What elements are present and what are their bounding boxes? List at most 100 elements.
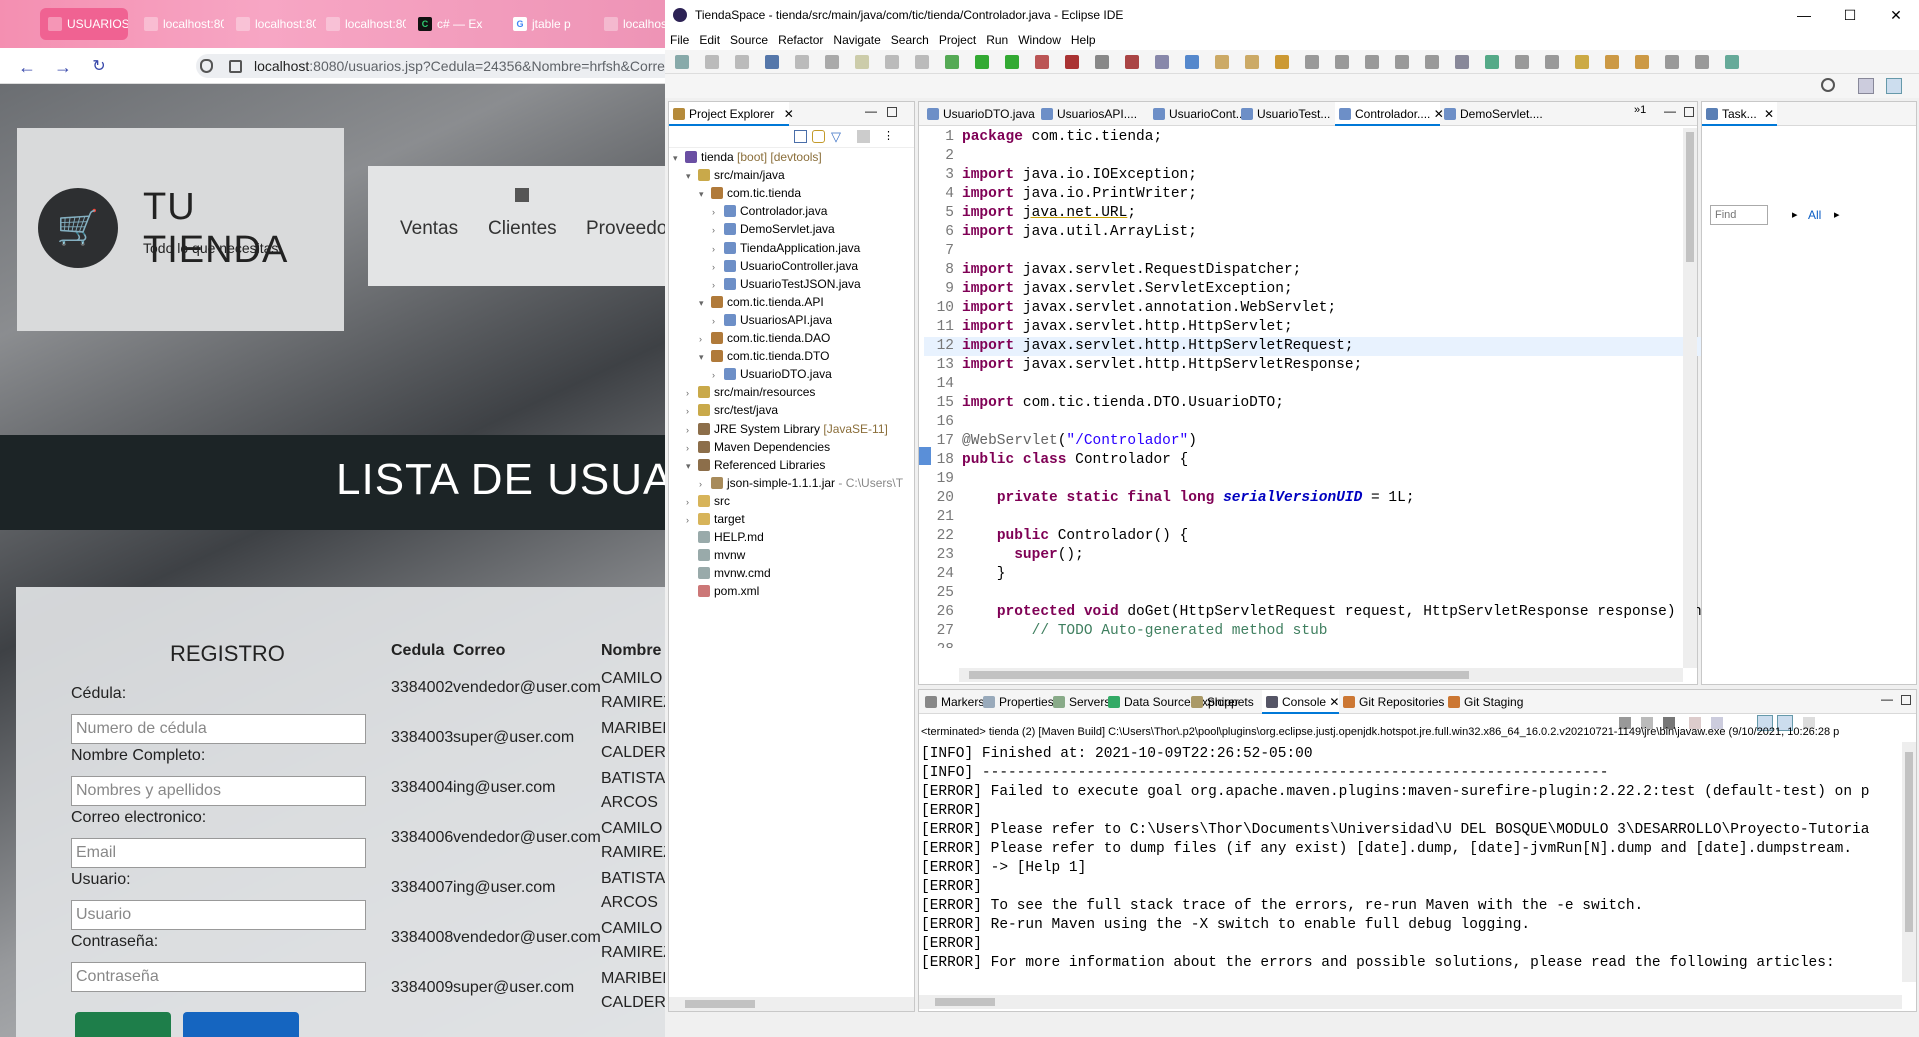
filter-icon[interactable]: ▽ — [831, 129, 841, 145]
collapse-all-icon[interactable] — [794, 130, 807, 143]
tree-item-pom-xml[interactable]: pom.xml — [686, 582, 759, 600]
console-hscroll[interactable] — [919, 995, 1902, 1009]
editor-tab[interactable]: UsuarioCont... — [1149, 102, 1249, 126]
bottom-tab-console[interactable]: Console ✕ — [1262, 690, 1340, 714]
expand-arrow-icon[interactable]: › — [712, 312, 724, 330]
menu-help[interactable]: Help — [1066, 30, 1101, 50]
toolbar-icon[interactable] — [795, 55, 809, 69]
console-output[interactable]: [INFO] Finished at: 2021-10-09T22:26:52-… — [921, 745, 1911, 973]
toolbar-icon[interactable] — [1575, 55, 1589, 69]
toolbar-icon[interactable] — [1065, 55, 1079, 69]
close-tab-icon[interactable]: ✕ — [1326, 695, 1339, 709]
tree-item-com-tic-tienda-dto[interactable]: ▾ com.tic.tienda.DTO — [699, 347, 829, 365]
expand-arrow-icon[interactable]: ▾ — [699, 348, 711, 366]
toolbar-icon[interactable] — [1245, 55, 1259, 69]
expand-arrow-icon[interactable]: ▾ — [686, 167, 698, 185]
menu-run[interactable]: Run — [981, 30, 1013, 50]
blue-submit-button[interactable] — [183, 1012, 299, 1037]
editor-tab[interactable]: UsuariosAPI.... — [1037, 102, 1137, 126]
minimize-editor-icon[interactable]: — — [1664, 104, 1676, 118]
menu-navigate[interactable]: Navigate — [828, 30, 885, 50]
browser-tab[interactable]: localhost:808 — [136, 8, 224, 40]
toolbar-icon[interactable] — [735, 55, 749, 69]
tree-item-src-test-java[interactable]: › src/test/java — [686, 401, 778, 419]
editor-tab[interactable]: Controlador.... ✕ — [1335, 102, 1444, 126]
toolbar-icon[interactable] — [1665, 55, 1679, 69]
menu-source[interactable]: Source — [725, 30, 773, 50]
browser-tab[interactable]: localhost:808 — [596, 8, 665, 40]
tree-item-usuariotestjson-java[interactable]: › UsuarioTestJSON.java — [712, 275, 861, 293]
bottom-tab-properties[interactable]: Properties — [979, 690, 1054, 714]
browser-tab[interactable]: USUARIOS✕ — [40, 8, 128, 40]
toolbar-icon[interactable] — [975, 55, 989, 69]
shield-icon[interactable] — [200, 59, 213, 73]
toolbar-icon[interactable] — [915, 55, 929, 69]
task-more-arrow-icon[interactable]: ▸ — [1834, 208, 1840, 221]
browser-tab[interactable]: localhost:808 — [318, 8, 406, 40]
tab-overflow-indicator[interactable]: »1 — [1634, 104, 1646, 116]
tree-item-src-main-resources[interactable]: › src/main/resources — [686, 383, 815, 401]
toolbar-icon[interactable] — [1035, 55, 1049, 69]
tree-item-referenced-libraries[interactable]: ▾ Referenced Libraries — [686, 456, 825, 474]
toolbar-icon[interactable] — [1215, 55, 1229, 69]
maximize-editor-icon[interactable] — [1684, 107, 1694, 117]
view-menu-icon[interactable]: ⋮ — [883, 129, 894, 142]
maximize-icon[interactable]: ☐ — [1827, 0, 1873, 30]
expand-arrow-icon[interactable]: ▾ — [699, 185, 711, 203]
tree-item-src[interactable]: › src — [686, 492, 730, 510]
expand-arrow-icon[interactable]: ▾ — [699, 294, 711, 312]
password-input[interactable] — [71, 962, 366, 992]
tree-item-mvnw[interactable]: mvnw — [686, 546, 745, 564]
expand-arrow-icon[interactable]: › — [712, 258, 724, 276]
bottom-tab-markers[interactable]: Markers — [921, 690, 984, 714]
link-editor-icon[interactable] — [812, 130, 825, 143]
toolbar-icon[interactable] — [885, 55, 899, 69]
menu-proveedores[interactable]: Proveedo — [586, 218, 665, 240]
menu-refactor[interactable]: Refactor — [773, 30, 828, 50]
expand-arrow-icon[interactable]: › — [712, 276, 724, 294]
close-icon[interactable]: ✕ — [1873, 0, 1919, 30]
toolbar-icon[interactable] — [1455, 55, 1469, 69]
tree-item-demoservlet-java[interactable]: › DemoServlet.java — [712, 220, 835, 238]
toolbar-icon[interactable] — [1305, 55, 1319, 69]
toolbar-icon[interactable] — [1425, 55, 1439, 69]
expand-arrow-icon[interactable]: ▾ — [686, 457, 698, 475]
toolbar-icon[interactable] — [765, 55, 779, 69]
toolbar-icon[interactable] — [1635, 55, 1649, 69]
menu-clientes[interactable]: Clientes — [488, 218, 557, 240]
close-tab-icon[interactable]: ✕ — [1764, 107, 1774, 121]
java-perspective-icon[interactable] — [1886, 78, 1902, 94]
tree-item-target[interactable]: › target — [686, 510, 745, 528]
minimize-console-icon[interactable]: — — [1881, 692, 1893, 706]
toolbar-icon[interactable] — [705, 55, 719, 69]
console-vscroll[interactable] — [1902, 742, 1916, 982]
bottom-tab-git-staging[interactable]: Git Staging — [1444, 690, 1523, 714]
expand-arrow-icon[interactable]: › — [686, 402, 698, 420]
reload-icon[interactable]: ↻ — [88, 56, 110, 78]
minimize-view-icon[interactable]: — — [865, 104, 877, 118]
page-info-icon[interactable] — [229, 60, 242, 73]
toolbar-icon[interactable] — [1605, 55, 1619, 69]
editor-hscroll[interactable] — [959, 668, 1683, 682]
toolbar-icon[interactable] — [1275, 55, 1289, 69]
editor-tab[interactable]: UsuarioTest... — [1237, 102, 1337, 126]
menu-ventas[interactable]: Ventas — [400, 218, 458, 240]
editor-tab[interactable]: DemoServlet.... — [1440, 102, 1543, 126]
expand-arrow-icon[interactable]: › — [686, 493, 698, 511]
toolbar-icon[interactable] — [945, 55, 959, 69]
expand-arrow-icon[interactable]: › — [699, 475, 711, 493]
toolbar-icon[interactable] — [1545, 55, 1559, 69]
expand-arrow-icon[interactable]: › — [686, 384, 698, 402]
toolbar-icon[interactable] — [1005, 55, 1019, 69]
menu-edit[interactable]: Edit — [694, 30, 725, 50]
toolbar-icon[interactable] — [1125, 55, 1139, 69]
nombre-input[interactable] — [71, 776, 366, 806]
task-all-link[interactable]: All — [1808, 208, 1821, 222]
toolbar-icon[interactable] — [1335, 55, 1349, 69]
green-submit-button[interactable] — [75, 1012, 171, 1037]
menu-project[interactable]: Project — [934, 30, 981, 50]
usuario-input[interactable] — [71, 900, 366, 930]
toolbar-icon[interactable] — [1695, 55, 1709, 69]
expand-arrow-icon[interactable]: › — [699, 330, 711, 348]
email-input[interactable] — [71, 838, 366, 868]
